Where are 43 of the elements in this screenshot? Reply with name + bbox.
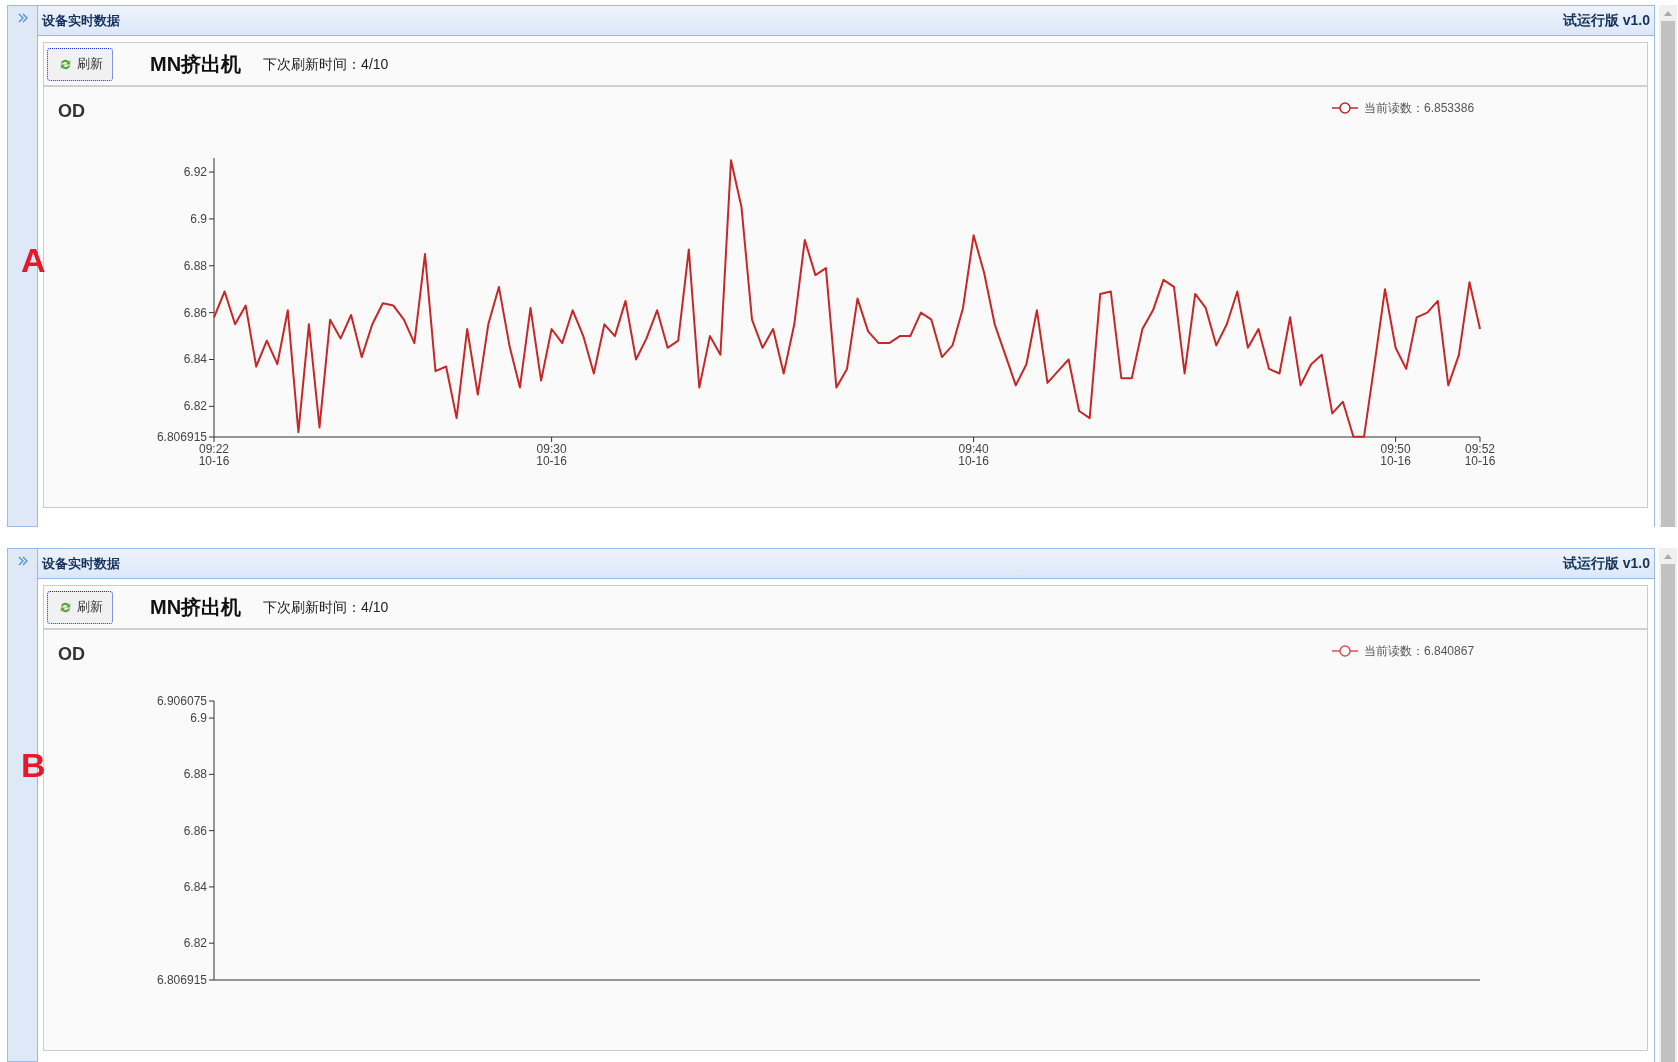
y-tick-label: 6.9 bbox=[190, 711, 207, 726]
y-tick-label: 6.84 bbox=[183, 879, 207, 894]
scroll-thumb[interactable] bbox=[1661, 21, 1675, 527]
scrollbar[interactable] bbox=[1659, 5, 1677, 527]
y-tick-label: 6.82 bbox=[183, 399, 207, 414]
y-tick-label: 6.86 bbox=[183, 305, 207, 320]
next-refresh-label: 下次刷新时间：4/10 bbox=[263, 597, 389, 617]
expand-icon[interactable] bbox=[16, 555, 29, 567]
legend-label: 当前读数：6.853386 bbox=[1364, 100, 1475, 117]
next-refresh-label: 下次刷新时间：4/10 bbox=[263, 54, 389, 74]
machine-name: MN挤出机 bbox=[150, 595, 242, 620]
panel-label: B bbox=[21, 748, 46, 782]
x-tick-label: 09:30 10-16 bbox=[536, 442, 567, 468]
legend-marker-icon bbox=[1332, 644, 1358, 658]
refresh-button[interactable]: 刷新 bbox=[47, 47, 113, 81]
y-tick-label: 6.92 bbox=[183, 165, 207, 180]
header-title: 设备实时数据 bbox=[42, 11, 120, 30]
chart-title: OD bbox=[58, 100, 85, 123]
x-tick-label: 09:22 10-16 bbox=[198, 442, 230, 468]
legend-marker-icon bbox=[1332, 101, 1358, 115]
y-tick-label: 6.806915 bbox=[156, 973, 207, 987]
y-tick-label: 6.88 bbox=[183, 258, 207, 273]
version-label: 试运行版 v1.0 bbox=[1562, 554, 1650, 573]
y-tick-label: 6.86 bbox=[183, 823, 207, 838]
chart-title: OD bbox=[58, 643, 85, 666]
panel-label: A bbox=[21, 243, 46, 277]
version-label: 试运行版 v1.0 bbox=[1562, 11, 1650, 30]
x-tick-label: 09:52 10-16 bbox=[1464, 442, 1496, 468]
refresh-button[interactable]: 刷新 bbox=[47, 590, 113, 624]
legend-label: 当前读数：6.840867 bbox=[1364, 643, 1475, 660]
y-tick-label: 6.82 bbox=[183, 936, 207, 951]
y-tick-label: 6.88 bbox=[183, 767, 207, 782]
scroll-thumb[interactable] bbox=[1661, 564, 1675, 1062]
machine-name: MN挤出机 bbox=[150, 52, 242, 77]
y-tick-label: 6.806915 bbox=[156, 430, 207, 444]
scrollbar[interactable] bbox=[1659, 548, 1677, 1062]
expand-icon[interactable] bbox=[16, 12, 29, 24]
x-tick-label: 09:50 10-16 bbox=[1380, 442, 1411, 468]
y-tick-label: 6.9 bbox=[190, 211, 207, 226]
x-tick-label: 09:40 10-16 bbox=[958, 442, 989, 468]
y-tick-label: 6.84 bbox=[183, 352, 207, 367]
y-tick-label: 6.906075 bbox=[156, 694, 207, 708]
header-title: 设备实时数据 bbox=[42, 554, 120, 573]
